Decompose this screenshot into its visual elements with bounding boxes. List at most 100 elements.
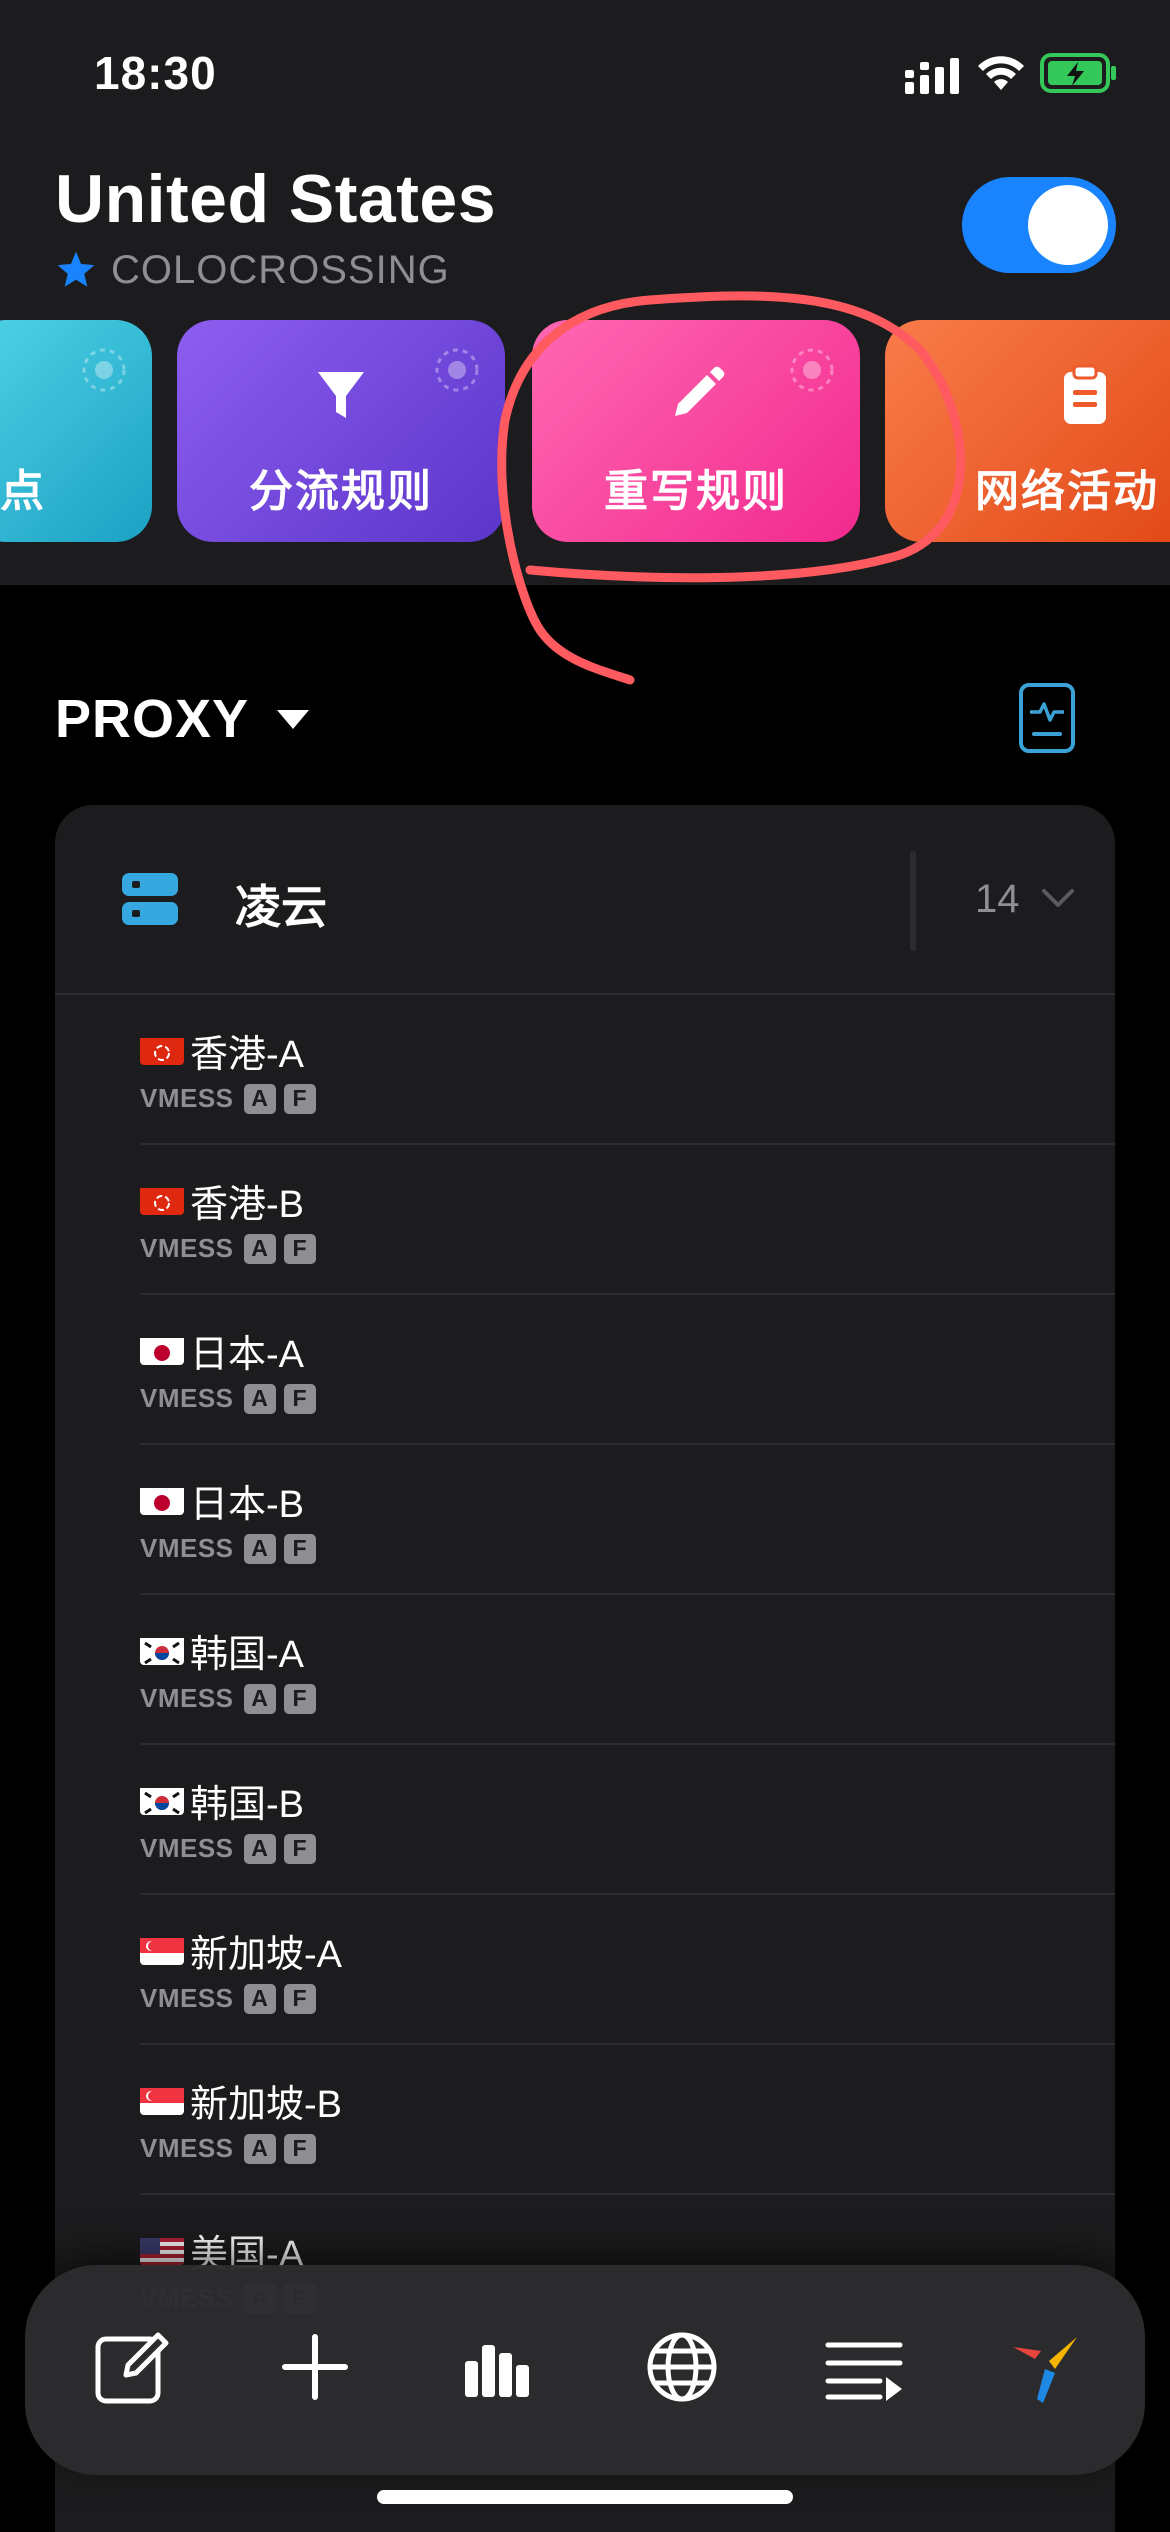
- node-tag-badge: F: [283, 1833, 316, 1864]
- node-meta: VMESS AF: [140, 1233, 324, 1264]
- node-protocol: VMESS: [140, 2133, 234, 2163]
- node-protocol: VMESS: [140, 1683, 234, 1713]
- node-tag-badge: A: [243, 1683, 276, 1714]
- node-name: 香港-A: [140, 1025, 305, 1076]
- proxy-group-header[interactable]: 凌云 14: [55, 805, 1115, 995]
- flag-sg-icon: [140, 1935, 184, 1965]
- card-label: 网络活动: [975, 467, 1159, 516]
- vpn-toggle[interactable]: [962, 177, 1116, 273]
- card-network-activity[interactable]: 网络活动: [885, 320, 1170, 542]
- node-meta: VMESS AF: [140, 1983, 324, 2014]
- activity-log-icon[interactable]: [1018, 682, 1076, 754]
- node-tag-badge: A: [243, 1083, 276, 1114]
- node-protocol: VMESS: [140, 1383, 234, 1413]
- edit-icon[interactable]: [90, 2325, 174, 2409]
- loading-spinner-icon: [790, 348, 834, 392]
- node-tag-badge: F: [283, 1083, 316, 1114]
- node-name-label: 韩国-A: [190, 1633, 305, 1676]
- proxy-node-row[interactable]: 香港-B VMESS A F: [140, 1145, 1115, 1295]
- home-indicator: [377, 2490, 793, 2504]
- chevron-down-icon[interactable]: [1040, 885, 1076, 911]
- node-meta: VMESS AF: [140, 1683, 324, 1714]
- node-protocol: VMESS: [140, 1083, 234, 1113]
- node-protocol: VMESS: [140, 1833, 234, 1863]
- flag-us-icon: [140, 2235, 184, 2265]
- node-name: 日本-A: [140, 1325, 305, 1376]
- node-meta: VMESS AF: [140, 1533, 324, 1564]
- proxy-node-row[interactable]: 韩国-B VMESS A F: [140, 1745, 1115, 1895]
- node-name-label: 新加坡-B: [190, 2083, 343, 2126]
- node-tag-badge: A: [243, 1383, 276, 1414]
- flag-hk-icon: [140, 1185, 184, 1215]
- proxy-node-row[interactable]: 香港-A VMESS A F: [140, 995, 1115, 1145]
- node-name: 日本-B: [140, 1475, 305, 1526]
- node-name-label: 日本-A: [190, 1333, 305, 1376]
- cellular-signal-icon: [905, 58, 959, 94]
- divider: [910, 851, 916, 951]
- card-label: 分流规则: [249, 467, 433, 516]
- proxy-section-header[interactable]: PROXY: [55, 688, 311, 750]
- node-protocol: VMESS: [140, 1983, 234, 2013]
- node-tag-badge: F: [283, 1983, 316, 2014]
- node-meta: VMESS AF: [140, 1833, 324, 1864]
- node-tag-badge: F: [283, 1533, 316, 1564]
- loading-spinner-icon: [435, 348, 479, 392]
- card-label: 重写规则: [604, 467, 788, 516]
- nodes-icon: [0, 360, 45, 430]
- flag-hk-icon: [140, 1035, 184, 1065]
- node-tag-badge: A: [243, 1983, 276, 2014]
- status-time: 18:30: [94, 47, 217, 99]
- app-logo-icon[interactable]: [1005, 2325, 1089, 2409]
- card-routing-rules[interactable]: 分流规则: [177, 320, 505, 542]
- wifi-icon: [978, 56, 1024, 90]
- node-name: 韩国-A: [140, 1625, 305, 1676]
- node-tag-badge: A: [243, 2133, 276, 2164]
- node-tag-badge: A: [243, 1833, 276, 1864]
- node-name-label: 新加坡-A: [190, 1933, 343, 1976]
- pencil-icon: [675, 366, 725, 416]
- clipboard-icon: [1064, 364, 1106, 424]
- server-icon: [122, 873, 178, 925]
- node-meta: VMESS AF: [140, 1383, 324, 1414]
- node-tag-badge: F: [283, 1683, 316, 1714]
- node-meta: VMESS AF: [140, 2133, 324, 2164]
- bottom-toolbar: [25, 2265, 1145, 2475]
- star-icon: [57, 251, 95, 287]
- proxy-node-row[interactable]: 新加坡-B VMESS A F: [140, 2045, 1115, 2195]
- node-name: 新加坡-A: [140, 1925, 343, 1976]
- filter-icon: [318, 372, 364, 418]
- node-tag-badge: A: [243, 1533, 276, 1564]
- caret-down-icon: [277, 710, 310, 729]
- plus-icon[interactable]: [273, 2325, 357, 2409]
- location-subtitle: COLOCROSSING: [55, 248, 450, 292]
- provider-label: COLOCROSSING: [111, 247, 450, 292]
- flag-kr-icon: [140, 1785, 184, 1815]
- node-tag-badge: F: [283, 1233, 316, 1264]
- card-rewrite-rules[interactable]: 重写规则: [532, 320, 860, 542]
- battery-charging-icon: [1040, 53, 1116, 93]
- status-bar: 18:30: [0, 0, 1170, 150]
- node-meta: VMESS AF: [140, 1083, 324, 1114]
- flag-jp-icon: [140, 1485, 184, 1515]
- stats-icon[interactable]: [457, 2325, 541, 2409]
- node-protocol: VMESS: [140, 1233, 234, 1263]
- node-name-label: 韩国-B: [190, 1783, 305, 1826]
- card-nodes[interactable]: 点: [0, 320, 152, 542]
- group-name: 凌云: [235, 881, 327, 933]
- proxy-node-row[interactable]: 韩国-A VMESS A F: [140, 1595, 1115, 1745]
- globe-icon[interactable]: [640, 2325, 724, 2409]
- node-tag-badge: F: [283, 1383, 316, 1414]
- node-tag-badge: F: [283, 2133, 316, 2164]
- proxy-node-row[interactable]: 日本-A VMESS A F: [140, 1295, 1115, 1445]
- node-name-label: 日本-B: [190, 1483, 305, 1526]
- proxy-node-row[interactable]: 新加坡-A VMESS A F: [140, 1895, 1115, 2045]
- loading-spinner-icon: [82, 348, 126, 392]
- list-play-icon[interactable]: [822, 2325, 906, 2409]
- location-title[interactable]: United States: [55, 160, 496, 238]
- node-name-label: 香港-A: [190, 1033, 305, 1076]
- node-protocol: VMESS: [140, 1533, 234, 1563]
- proxy-node-row[interactable]: 日本-B VMESS A F: [140, 1445, 1115, 1595]
- section-title: PROXY: [55, 689, 250, 749]
- node-name: 韩国-B: [140, 1775, 305, 1826]
- card-label: 点: [0, 467, 46, 516]
